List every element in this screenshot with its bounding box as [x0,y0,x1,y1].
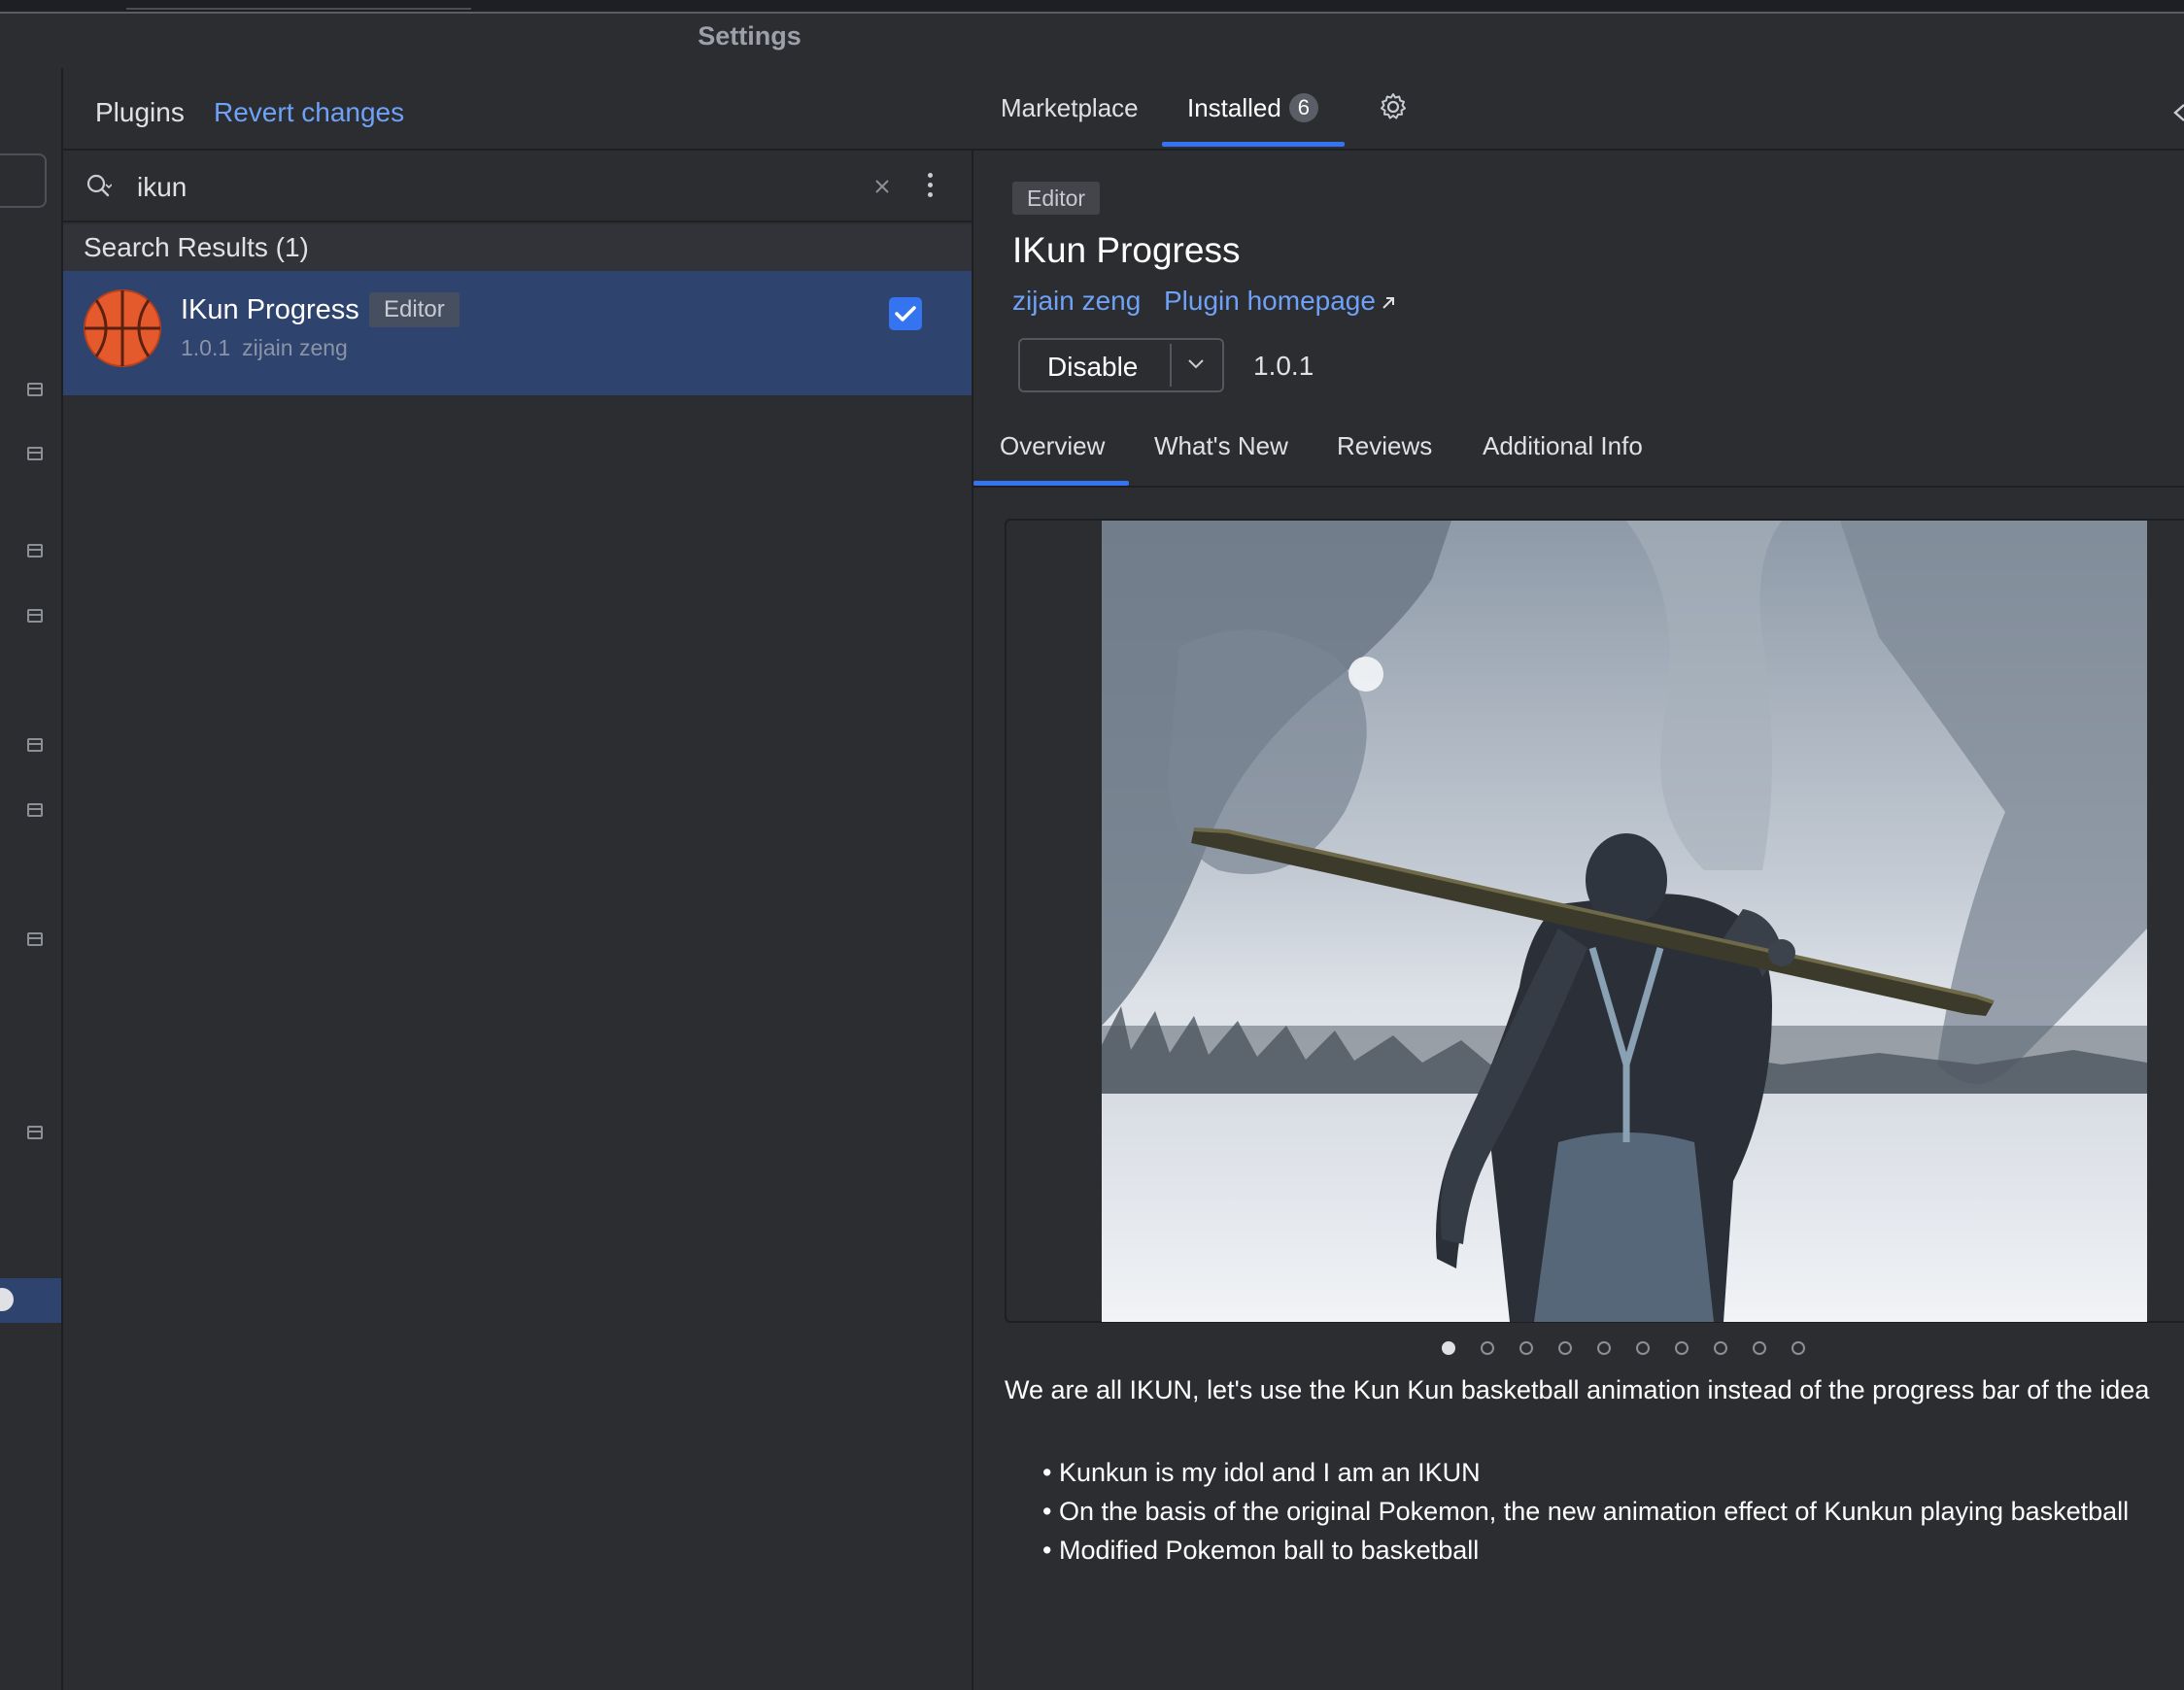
carousel-dot[interactable] [1442,1341,1455,1355]
plugin-list-item[interactable]: IKun Progress Editor 1.0.1 zijain zeng [63,271,972,395]
feature-list-item: Modified Pokemon ball to basketball [1042,1531,2129,1570]
carousel-dot[interactable] [1519,1341,1533,1355]
detail-tabs: Overview What's New Reviews Additional I… [973,416,2184,488]
feature-list-item: On the basis of the original Pokemon, th… [1042,1492,2129,1531]
window-top-bar [0,0,2184,14]
tab-marketplace[interactable]: Marketplace [1001,93,1139,123]
plugin-version: 1.0.1 [181,335,231,360]
settings-search-box[interactable] [0,153,47,208]
rail-item-icon[interactable] [27,609,43,623]
plugin-meta: 1.0.1 zijain zeng [181,335,348,361]
carousel-dot[interactable] [1597,1341,1611,1355]
carousel-dot[interactable] [1675,1341,1689,1355]
rail-item-plugins-selected[interactable] [0,1278,61,1323]
panel-divider [972,151,973,1690]
more-vertical-icon[interactable] [926,170,934,201]
window-tab-hint [126,8,471,10]
plugin-homepage-link[interactable]: Plugin homepage [1164,286,1397,317]
plugins-title: Plugins [95,97,185,127]
search-results-header: Search Results (1) [63,224,972,271]
settings-nav-rail [0,68,63,1690]
back-arrow-icon[interactable] [2172,103,2184,122]
window-title: Settings [698,21,802,51]
carousel-dot[interactable] [1636,1341,1650,1355]
plugins-header: Plugins Revert changes [63,68,972,151]
plugin-description: We are all IKUN, let's use the Kun Kun b… [1005,1375,2150,1404]
detail-version: 1.0.1 [1253,351,1314,381]
rail-item-icon[interactable] [27,383,43,396]
clear-icon[interactable] [871,176,893,197]
feature-list: Kunkun is my idol and I am an IKUN On th… [1042,1453,2129,1570]
rail-item-icon[interactable] [27,738,43,752]
carousel-dot[interactable] [1481,1341,1494,1355]
gear-icon[interactable] [1378,91,1409,122]
detail-tab-indicator [973,481,1129,486]
tab-installed[interactable]: Installed 6 [1187,93,1318,123]
plugin-search-input[interactable] [137,170,817,205]
carousel-dot[interactable] [1792,1341,1805,1355]
carousel-dot[interactable] [1558,1341,1572,1355]
plugin-homepage-label: Plugin homepage [1164,286,1376,316]
installed-count-badge: 6 [1288,93,1318,122]
detail-title: IKun Progress [1012,230,1241,270]
plugin-search-row [63,152,972,222]
carousel-dot[interactable] [1753,1341,1766,1355]
rail-item-icon[interactable] [27,932,43,946]
tab-reviews[interactable]: Reviews [1337,431,1432,461]
feature-list-item: Kunkun is my idol and I am an IKUN [1042,1453,2129,1492]
rail-item-icon[interactable] [27,1126,43,1139]
tab-additional-info[interactable]: Additional Info [1483,431,1643,461]
rail-item-icon[interactable] [27,803,43,817]
external-link-icon [1382,297,1394,309]
plugin-name: IKun Progress [181,294,359,325]
split-divider [1170,344,1172,387]
plugin-enabled-checkbox[interactable] [889,297,922,330]
check-icon [895,306,916,321]
tab-installed-label: Installed [1187,93,1281,122]
basketball-icon [84,289,161,367]
rail-item-icon[interactable] [27,544,43,558]
carousel-dot[interactable] [1714,1341,1727,1355]
tab-overview[interactable]: Overview [1000,431,1105,461]
rail-item-icon[interactable] [27,447,43,460]
plugin-screenshot[interactable] [1102,521,2147,1322]
plugin-category-tag: Editor [369,292,460,327]
detail-category-tag: Editor [1012,182,1101,215]
active-tab-indicator [1162,142,1345,147]
plugin-source-tabs: Marketplace Installed 6 [972,68,2184,151]
disable-split-button[interactable]: Disable [1018,338,1224,392]
plugin-author: zijain zeng [242,335,348,360]
chevron-down-icon[interactable] [1187,357,1205,371]
search-icon[interactable] [86,174,112,199]
detail-author-link[interactable]: zijain zeng [1012,286,1141,317]
revert-changes-link[interactable]: Revert changes [214,97,404,128]
disable-button-label: Disable [1047,352,1139,382]
tab-whats-new[interactable]: What's New [1154,431,1288,461]
plugins-rail-icon [0,1288,14,1311]
